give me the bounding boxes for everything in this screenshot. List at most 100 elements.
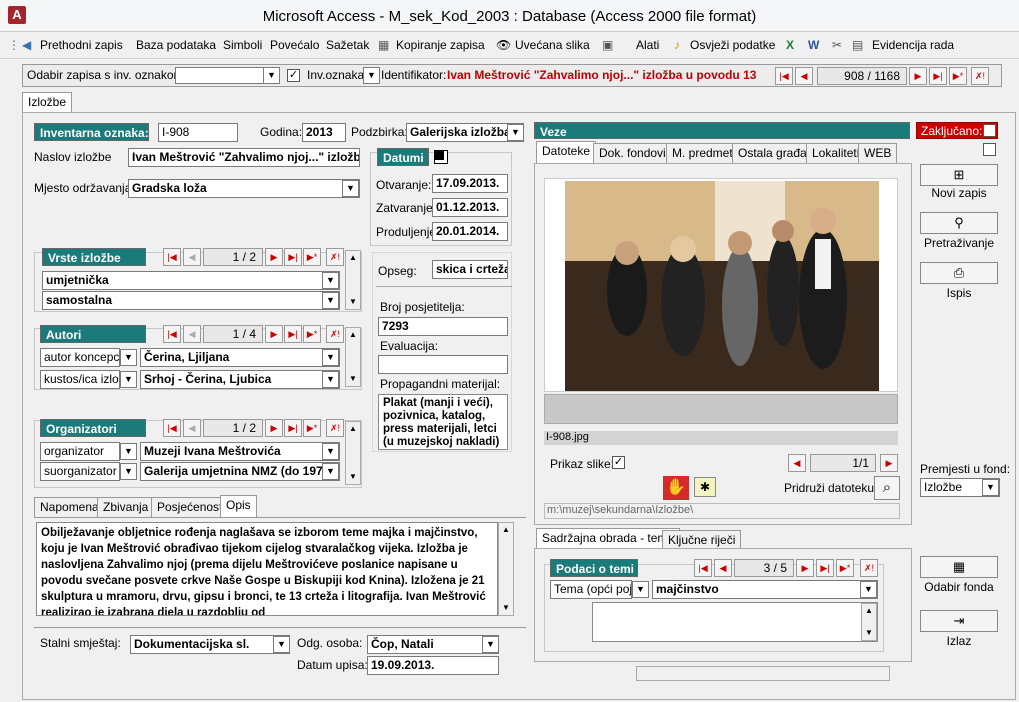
inv-field[interactable]: I-908: [158, 123, 238, 142]
scroll-up-icon[interactable]: ▲: [346, 422, 360, 436]
chevron-down-icon[interactable]: ▼: [120, 443, 137, 460]
scroll-down-icon[interactable]: ▼: [862, 626, 876, 640]
last-icon[interactable]: ▶|: [816, 559, 834, 577]
menu-refresh[interactable]: Osvježi podatke: [690, 38, 775, 52]
organizers-scrollbar[interactable]: ▲ ▼: [345, 421, 361, 485]
calendar-icon[interactable]: [434, 150, 448, 164]
chevron-down-icon[interactable]: ▼: [322, 371, 339, 388]
last-icon[interactable]: ▶|: [284, 248, 302, 266]
scroll-up-icon[interactable]: ▲: [499, 523, 513, 537]
back-arrow-icon[interactable]: ◀: [22, 38, 31, 52]
authors-scrollbar[interactable]: ▲ ▼: [345, 327, 361, 387]
extension-field[interactable]: 20.01.2014.: [432, 222, 508, 241]
inv-checkbox[interactable]: ✓: [287, 69, 300, 82]
type-item-2[interactable]: samostalna: [42, 291, 340, 310]
refresh-bell-icon[interactable]: ♪: [674, 38, 680, 52]
word-icon[interactable]: W: [808, 38, 819, 52]
organizer-role-2[interactable]: suorganizator: [40, 462, 120, 481]
chevron-down-icon[interactable]: ▼: [860, 581, 877, 598]
prev-icon[interactable]: ◀: [714, 559, 732, 577]
year-field[interactable]: 2013: [302, 123, 346, 142]
opening-field[interactable]: 17.09.2013.: [432, 174, 508, 193]
author-name-1[interactable]: Čerina, Ljiljana: [140, 348, 340, 367]
chevron-down-icon[interactable]: ▼: [322, 463, 339, 480]
tab-napomena[interactable]: Napomena: [34, 497, 105, 517]
tab-m-predmeti[interactable]: M. predmeti: [666, 143, 742, 163]
topic-scrollbar[interactable]: ▲ ▼: [861, 603, 877, 641]
briefcase-icon[interactable]: ▣: [602, 38, 613, 52]
organizer-name-1[interactable]: Muzeji Ivana Meštrovića: [140, 442, 340, 461]
chevron-down-icon[interactable]: ▼: [322, 349, 339, 366]
closing-field[interactable]: 01.12.2013.: [432, 198, 508, 217]
scroll-up-icon[interactable]: ▲: [862, 604, 876, 618]
delete-record-icon[interactable]: ✗!: [971, 67, 989, 85]
next-record-icon[interactable]: ▶: [909, 67, 927, 85]
next-file-icon[interactable]: ▶: [880, 454, 898, 472]
print-button[interactable]: ⎙: [920, 262, 998, 284]
locked-checkbox[interactable]: [983, 124, 996, 137]
menu-tools[interactable]: Alati: [636, 38, 659, 52]
type-item-1[interactable]: umjetnička: [42, 271, 340, 290]
tab-dok-fondovi[interactable]: Dok. fondovi: [593, 143, 672, 163]
evaluation-field[interactable]: [378, 355, 508, 374]
chevron-down-icon[interactable]: ▼: [120, 371, 137, 388]
hand-icon[interactable]: ✋: [663, 476, 689, 500]
magnifier-icon[interactable]: ⌕: [874, 476, 900, 500]
menu-summary[interactable]: Sažetak: [326, 38, 369, 52]
tools-icon[interactable]: ✂: [832, 38, 842, 52]
visitors-field[interactable]: 7293: [378, 317, 508, 336]
tab-datoteke[interactable]: Datoteke: [536, 141, 597, 163]
delete-icon[interactable]: ✗!: [860, 559, 878, 577]
delete-icon[interactable]: ✗!: [326, 419, 344, 437]
horizontal-scrollbar[interactable]: [636, 666, 890, 681]
delete-icon[interactable]: ✗!: [326, 325, 344, 343]
prev-record-icon[interactable]: ◀: [795, 67, 813, 85]
author-name-2[interactable]: Srhoj - Čerina, Ljubica: [140, 370, 340, 389]
extra-checkbox[interactable]: [983, 143, 996, 156]
menu-work-log[interactable]: Evidencija rada: [872, 38, 954, 52]
copy-icon[interactable]: ▦: [378, 38, 389, 52]
prev-icon[interactable]: ◀: [183, 325, 201, 343]
menu-symbols[interactable]: Simboli: [223, 38, 262, 52]
new-icon[interactable]: ▶*: [836, 559, 854, 577]
scroll-down-icon[interactable]: ▼: [346, 470, 360, 484]
chevron-down-icon[interactable]: ▼: [273, 636, 290, 653]
next-icon[interactable]: ▶: [265, 325, 283, 343]
author-role-2[interactable]: kustos/ica izložbe: [40, 370, 120, 389]
chevron-down-icon[interactable]: ▼: [322, 292, 339, 309]
scope-field[interactable]: skica i crteža: [432, 260, 508, 279]
first-record-icon[interactable]: |◀: [775, 67, 793, 85]
next-icon[interactable]: ▶: [265, 419, 283, 437]
tab-web[interactable]: WEB: [858, 143, 898, 163]
chevron-down-icon[interactable]: ▼: [120, 463, 137, 480]
topic-type-combo[interactable]: Tema (opći pojam): [550, 580, 632, 599]
new-icon[interactable]: ▶*: [303, 419, 321, 437]
first-icon[interactable]: |◀: [163, 419, 181, 437]
chevron-down-icon[interactable]: ▼: [632, 581, 649, 598]
menu-enlarged-image[interactable]: Uvećana slika: [515, 38, 590, 52]
topic-value-combo[interactable]: majčinstvo: [652, 580, 878, 599]
types-scrollbar[interactable]: ▲ ▼: [345, 250, 361, 310]
scroll-up-icon[interactable]: ▲: [346, 328, 360, 342]
entry-date-field[interactable]: 19.09.2013.: [367, 656, 499, 675]
last-icon[interactable]: ▶|: [284, 419, 302, 437]
menu-enlarge[interactable]: Povećalo: [270, 38, 319, 52]
title-field[interactable]: Ivan Meštrović "Zahvalimo njoj..." izlož…: [128, 148, 360, 167]
show-image-checkbox[interactable]: ✓: [612, 456, 625, 469]
chevron-down-icon[interactable]: ▼: [322, 443, 339, 460]
first-icon[interactable]: |◀: [163, 248, 181, 266]
new-record-icon[interactable]: ▶*: [949, 67, 967, 85]
location-combo[interactable]: Dokumentacijska sl.: [130, 635, 290, 654]
chevron-down-icon[interactable]: ▼: [482, 636, 499, 653]
first-icon[interactable]: |◀: [163, 325, 181, 343]
eye-icon[interactable]: 👁: [496, 38, 511, 52]
scroll-down-icon[interactable]: ▼: [346, 372, 360, 386]
delete-icon[interactable]: ✗!: [326, 248, 344, 266]
description-scrollbar[interactable]: ▲ ▼: [498, 522, 514, 616]
chevron-down-icon[interactable]: ▼: [120, 349, 137, 366]
chevron-down-icon[interactable]: ▼: [982, 479, 999, 496]
tab-content-topics[interactable]: Sadržajna obrada - teme: [536, 528, 681, 550]
topic-notes[interactable]: [592, 602, 878, 642]
last-record-icon[interactable]: ▶|: [929, 67, 947, 85]
organizer-role-1[interactable]: organizator: [40, 442, 120, 461]
